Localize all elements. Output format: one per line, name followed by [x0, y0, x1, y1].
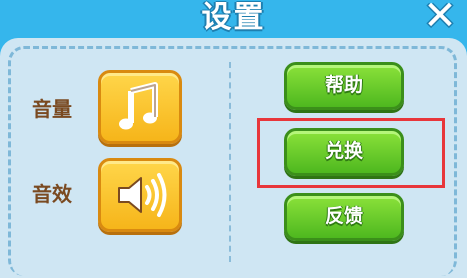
sfx-label: 音效	[32, 182, 72, 206]
music-note-icon	[119, 82, 158, 130]
close-button[interactable]: ✕	[418, 0, 462, 36]
volume-label: 音量	[32, 97, 72, 121]
page-title: 设置	[201, 0, 266, 35]
highlight-box	[257, 118, 445, 188]
help-button[interactable]: 帮助	[284, 62, 404, 110]
panel-divider	[229, 62, 231, 262]
speaker-icon	[118, 173, 167, 217]
close-icon: ✕	[423, 0, 457, 39]
sfx-toggle-button[interactable]	[98, 158, 182, 232]
feedback-button[interactable]: 反馈	[284, 193, 404, 241]
volume-toggle-button[interactable]	[98, 70, 182, 144]
